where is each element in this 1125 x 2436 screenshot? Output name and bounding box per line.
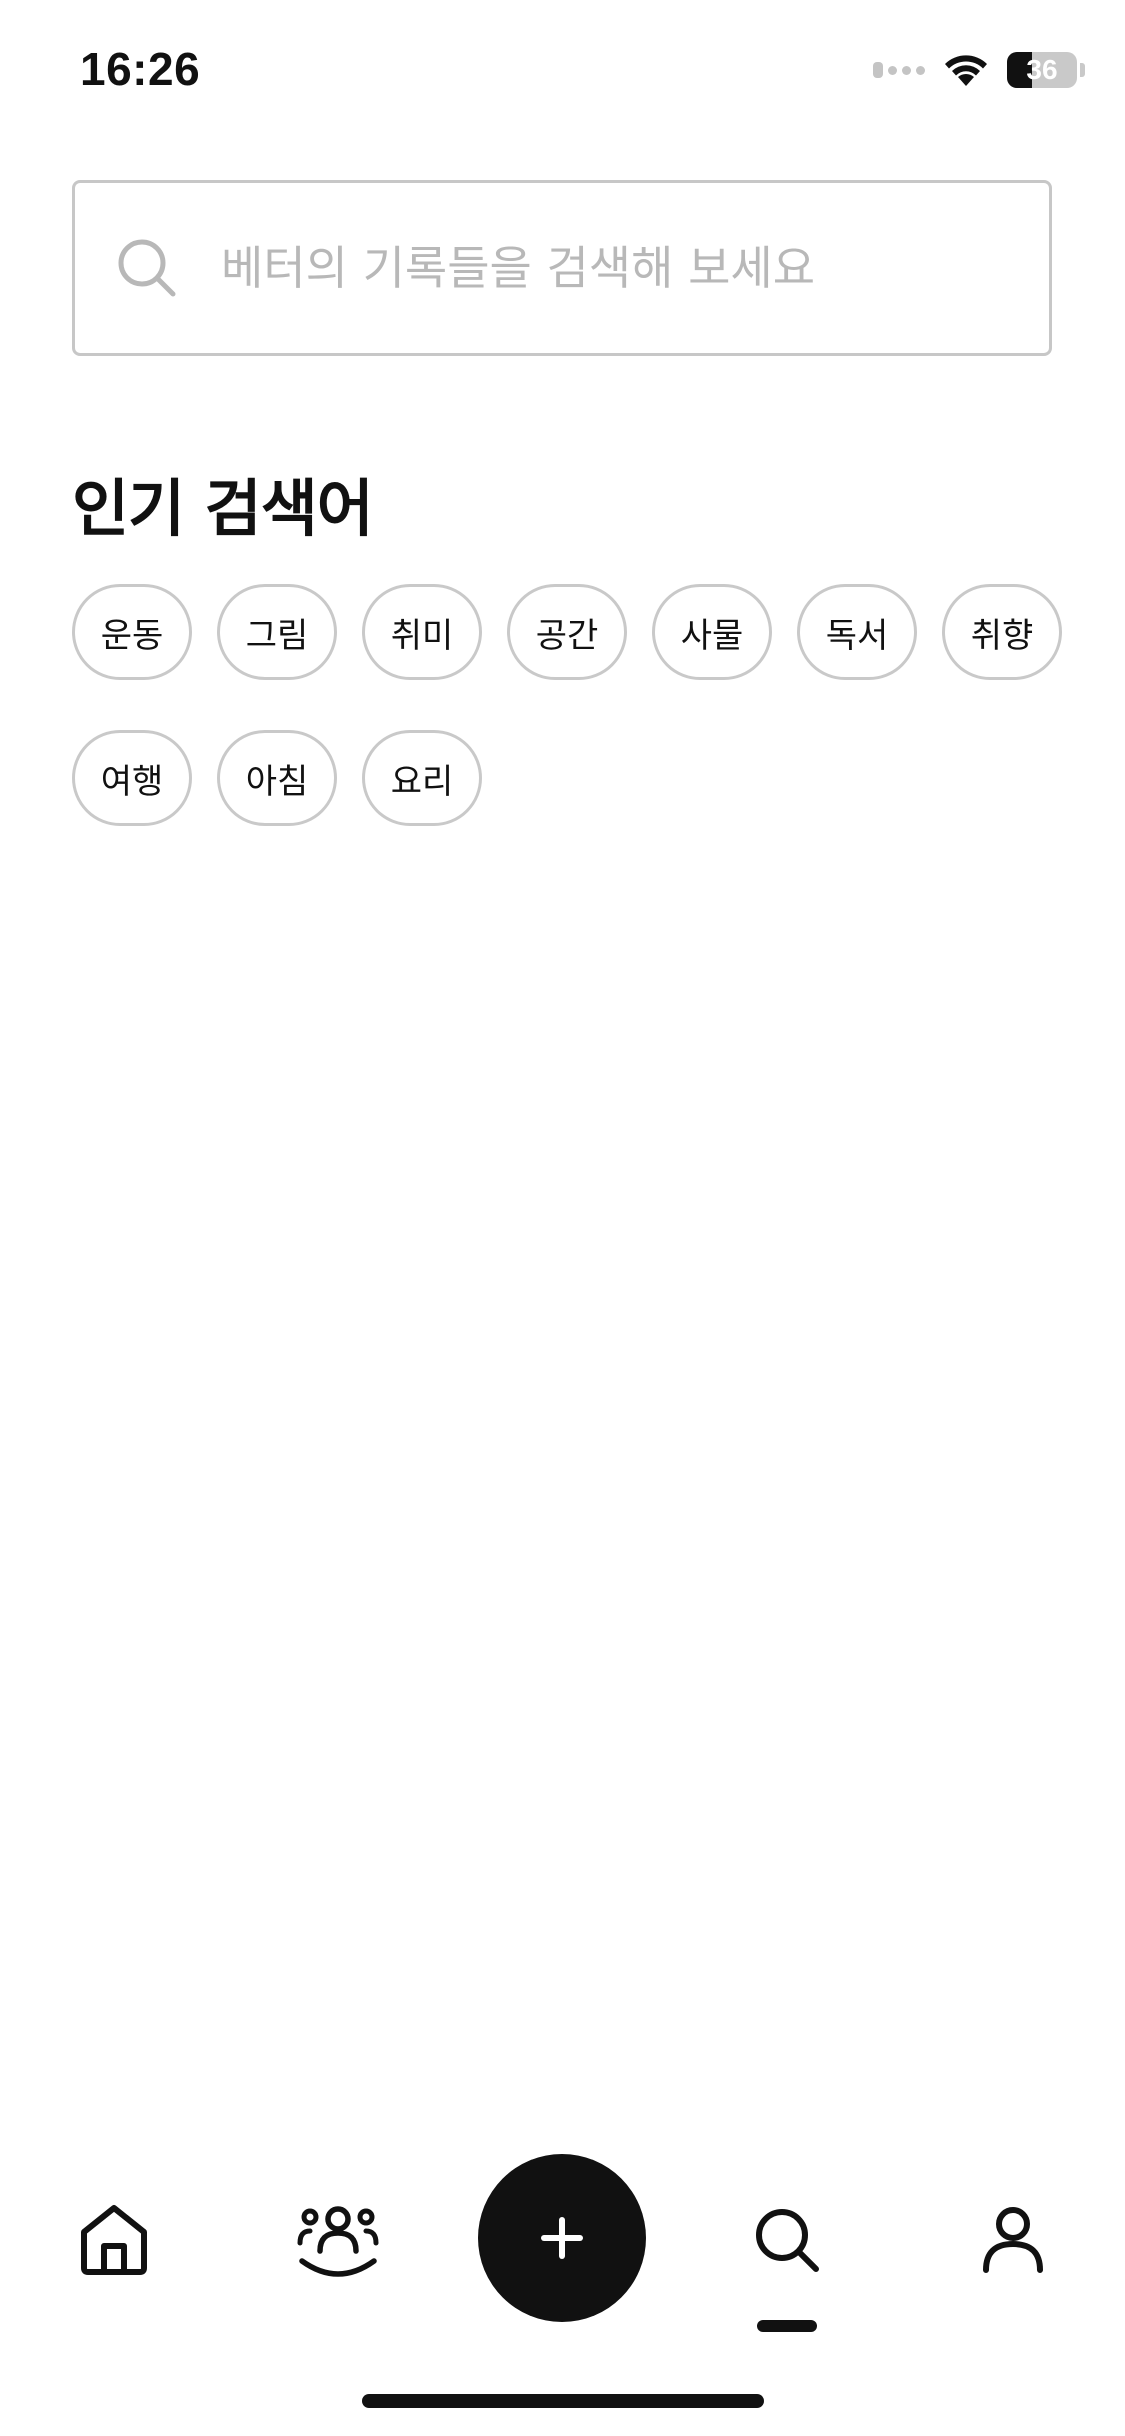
- nav-profile-button[interactable]: [953, 2180, 1073, 2300]
- keyword-chip[interactable]: 공간: [507, 584, 627, 680]
- nav-community-button[interactable]: [278, 2180, 398, 2300]
- keyword-chip[interactable]: 운동: [72, 584, 192, 680]
- nav-add-button[interactable]: [478, 2154, 646, 2322]
- status-indicators: 36: [873, 48, 1085, 92]
- user-icon: [983, 2207, 1043, 2273]
- people-icon: [297, 2206, 379, 2277]
- search-icon: [118, 239, 176, 297]
- keyword-chip[interactable]: 아침: [217, 730, 337, 826]
- bottom-nav: [0, 2140, 1125, 2340]
- wifi-icon: [945, 55, 987, 86]
- popular-searches-title: 인기 검색어: [72, 472, 374, 545]
- keyword-chip[interactable]: 사물: [652, 584, 772, 680]
- home-icon: [81, 2205, 147, 2275]
- search-icon: [756, 2209, 819, 2272]
- search-input[interactable]: [221, 241, 981, 295]
- search-bar[interactable]: [72, 180, 1052, 356]
- keyword-chip[interactable]: 그림: [217, 584, 337, 680]
- keyword-chip[interactable]: 취향: [942, 584, 1062, 680]
- nav-search-button[interactable]: [727, 2180, 847, 2300]
- plus-icon: [541, 2217, 583, 2259]
- status-time: 16:26: [80, 43, 201, 95]
- cellular-signal-icon: [873, 62, 925, 78]
- home-indicator[interactable]: [362, 2394, 764, 2408]
- search-screen: 16:26 36 인기 검색어: [0, 0, 1125, 2436]
- popular-keywords: 운동 그림 취미 공간 사물 독서 취향 여행 아침 요리: [72, 584, 1072, 826]
- keyword-chip[interactable]: 여행: [72, 730, 192, 826]
- battery-level: 36: [1026, 54, 1058, 85]
- active-tab-indicator: [757, 2320, 817, 2332]
- keyword-chip[interactable]: 요리: [362, 730, 482, 826]
- keyword-chip[interactable]: 독서: [797, 584, 917, 680]
- battery-icon: 36: [1007, 52, 1077, 88]
- status-bar: 16:26 36: [0, 0, 1125, 140]
- nav-home-button[interactable]: [54, 2180, 174, 2300]
- keyword-chip[interactable]: 취미: [362, 584, 482, 680]
